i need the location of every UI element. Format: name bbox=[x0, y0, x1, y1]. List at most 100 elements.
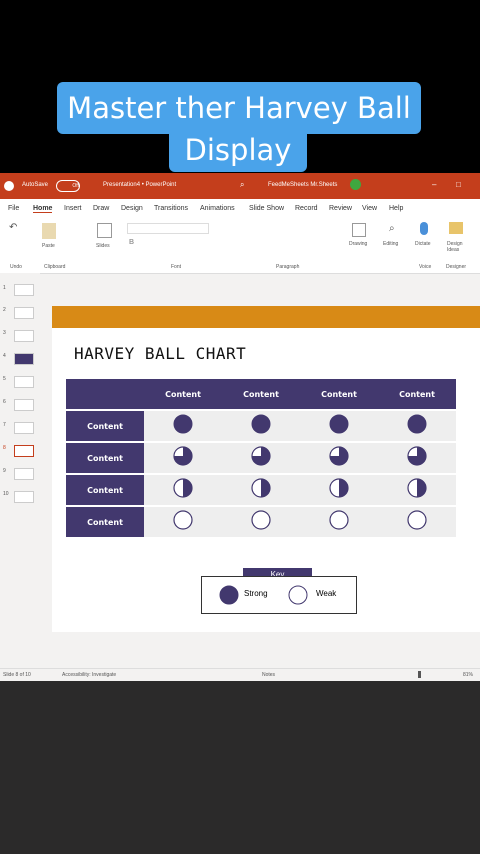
tab-file[interactable]: File bbox=[8, 205, 19, 212]
maximize-icon[interactable]: □ bbox=[456, 180, 461, 189]
row-label: Content bbox=[66, 473, 144, 506]
column-header: Content bbox=[378, 379, 456, 410]
slide-thumbnail[interactable] bbox=[14, 353, 34, 365]
strong-label: Strong bbox=[244, 589, 268, 598]
table-row: Content bbox=[66, 473, 456, 506]
zoom-slider[interactable] bbox=[418, 671, 421, 678]
slide-count: Slide 8 of 10 bbox=[3, 672, 31, 678]
harvey-ball-icon bbox=[328, 414, 350, 439]
harvey-ball-cell[interactable] bbox=[378, 505, 456, 537]
shapes-icon[interactable] bbox=[352, 223, 366, 237]
thumb-number: 3 bbox=[3, 330, 6, 336]
new-slide-icon[interactable] bbox=[97, 223, 112, 238]
harvey-ball-cell[interactable] bbox=[378, 441, 456, 474]
harvey-ball-cell[interactable] bbox=[300, 473, 378, 506]
avatar[interactable] bbox=[350, 179, 361, 190]
autosave-toggle[interactable]: Off bbox=[56, 180, 80, 192]
harvey-ball-cell[interactable] bbox=[144, 441, 222, 474]
microphone-icon[interactable] bbox=[420, 222, 428, 235]
tab-animations[interactable]: Animations bbox=[200, 205, 235, 212]
video-caption-line1: Master ther Harvey Ball bbox=[57, 82, 421, 134]
thumb-number: 2 bbox=[3, 307, 6, 313]
harvey-ball-cell[interactable] bbox=[144, 473, 222, 506]
slides-label: Slides bbox=[96, 243, 110, 249]
accessibility-status[interactable]: Accessibility: Investigate bbox=[62, 672, 116, 678]
voice-group-label: Voice bbox=[419, 264, 432, 270]
designer-group-label: Designer bbox=[446, 264, 467, 270]
slide-thumbnail[interactable] bbox=[14, 468, 34, 480]
slide-thumbnail[interactable] bbox=[14, 399, 34, 411]
designer-icon[interactable] bbox=[449, 222, 463, 234]
harvey-ball-cell[interactable] bbox=[222, 505, 300, 537]
harvey-ball-cell[interactable] bbox=[378, 409, 456, 442]
harvey-ball-icon bbox=[250, 509, 272, 535]
slide-title[interactable]: HARVEY BALL CHART bbox=[74, 344, 246, 363]
harvey-ball-icon bbox=[250, 414, 272, 439]
editing-label[interactable]: Editing bbox=[383, 241, 398, 247]
orange-header-band bbox=[52, 306, 480, 328]
font-name-input[interactable] bbox=[127, 223, 209, 234]
harvey-ball-cell[interactable] bbox=[144, 409, 222, 442]
design-ideas-label[interactable]: Design Ideas bbox=[447, 241, 471, 253]
harvey-ball-icon bbox=[406, 477, 428, 503]
harvey-ball-cell[interactable] bbox=[222, 441, 300, 474]
paste-icon[interactable] bbox=[42, 223, 56, 239]
harvey-ball-icon bbox=[172, 445, 194, 471]
table-row: Content bbox=[66, 409, 456, 442]
tab-transitions[interactable]: Transitions bbox=[154, 205, 188, 212]
slide-canvas[interactable]: HARVEY BALL CHART Content Content Conten… bbox=[52, 306, 480, 632]
tab-slide-show[interactable]: Slide Show bbox=[249, 205, 284, 212]
header-corner bbox=[66, 379, 144, 410]
harvey-ball-cell[interactable] bbox=[144, 505, 222, 537]
tab-home[interactable]: Home bbox=[33, 205, 53, 213]
file-name: Presentation4 • PowerPoint bbox=[103, 182, 177, 188]
tab-help[interactable]: Help bbox=[389, 205, 403, 212]
column-header: Content bbox=[144, 379, 222, 410]
thumb-number: 10 bbox=[3, 491, 9, 497]
slide-thumbnail[interactable] bbox=[14, 491, 34, 503]
slide-thumbnail-selected[interactable] bbox=[14, 445, 34, 457]
tab-record[interactable]: Record bbox=[295, 205, 318, 212]
video-caption-line2: Display bbox=[169, 128, 307, 172]
notes-button[interactable]: Notes bbox=[262, 672, 275, 678]
tab-view[interactable]: View bbox=[362, 205, 377, 212]
tab-insert[interactable]: Insert bbox=[64, 205, 82, 212]
slide-thumbnail[interactable] bbox=[14, 330, 34, 342]
slide-thumbnail[interactable] bbox=[14, 284, 34, 296]
drawing-label[interactable]: Drawing bbox=[349, 241, 367, 247]
video-background bbox=[0, 681, 480, 854]
powerpoint-logo-icon bbox=[4, 181, 14, 191]
find-icon[interactable]: ⌕ bbox=[389, 223, 395, 234]
thumb-number: 4 bbox=[3, 353, 6, 359]
row-label: Content bbox=[66, 505, 144, 537]
thumb-number: 8 bbox=[3, 445, 6, 451]
harvey-ball-cell[interactable] bbox=[378, 473, 456, 506]
harvey-ball-table[interactable]: Content Content Content Content Content C… bbox=[66, 379, 456, 537]
slide-thumbnail[interactable] bbox=[14, 376, 34, 388]
search-icon[interactable]: ⌕ bbox=[240, 180, 244, 190]
undo-icon[interactable]: ↶ bbox=[9, 222, 17, 233]
harvey-ball-icon bbox=[172, 509, 194, 535]
thumb-number: 1 bbox=[3, 285, 6, 291]
harvey-ball-icon bbox=[172, 414, 194, 439]
clipboard-group-label: Clipboard bbox=[44, 264, 66, 270]
harvey-ball-cell[interactable] bbox=[300, 441, 378, 474]
slide-thumbnail[interactable] bbox=[14, 307, 34, 319]
bold-icon[interactable]: B bbox=[129, 239, 134, 246]
harvey-ball-cell[interactable] bbox=[300, 505, 378, 537]
paste-label: Paste bbox=[42, 243, 55, 249]
minimize-icon[interactable]: – bbox=[432, 180, 436, 189]
harvey-ball-cell[interactable] bbox=[300, 409, 378, 442]
slide-thumbnail[interactable] bbox=[14, 422, 34, 434]
harvey-ball-cell[interactable] bbox=[222, 473, 300, 506]
tab-design[interactable]: Design bbox=[121, 205, 143, 212]
harvey-ball-icon bbox=[328, 445, 350, 471]
legend-key: Strong Weak bbox=[201, 576, 357, 614]
dictate-label[interactable]: Dictate bbox=[415, 241, 431, 247]
zoom-level[interactable]: 81% bbox=[463, 672, 473, 678]
thumb-number: 9 bbox=[3, 468, 6, 474]
harvey-ball-cell[interactable] bbox=[222, 409, 300, 442]
thumb-number: 5 bbox=[3, 376, 6, 382]
tab-draw[interactable]: Draw bbox=[93, 205, 109, 212]
tab-review[interactable]: Review bbox=[329, 205, 352, 212]
